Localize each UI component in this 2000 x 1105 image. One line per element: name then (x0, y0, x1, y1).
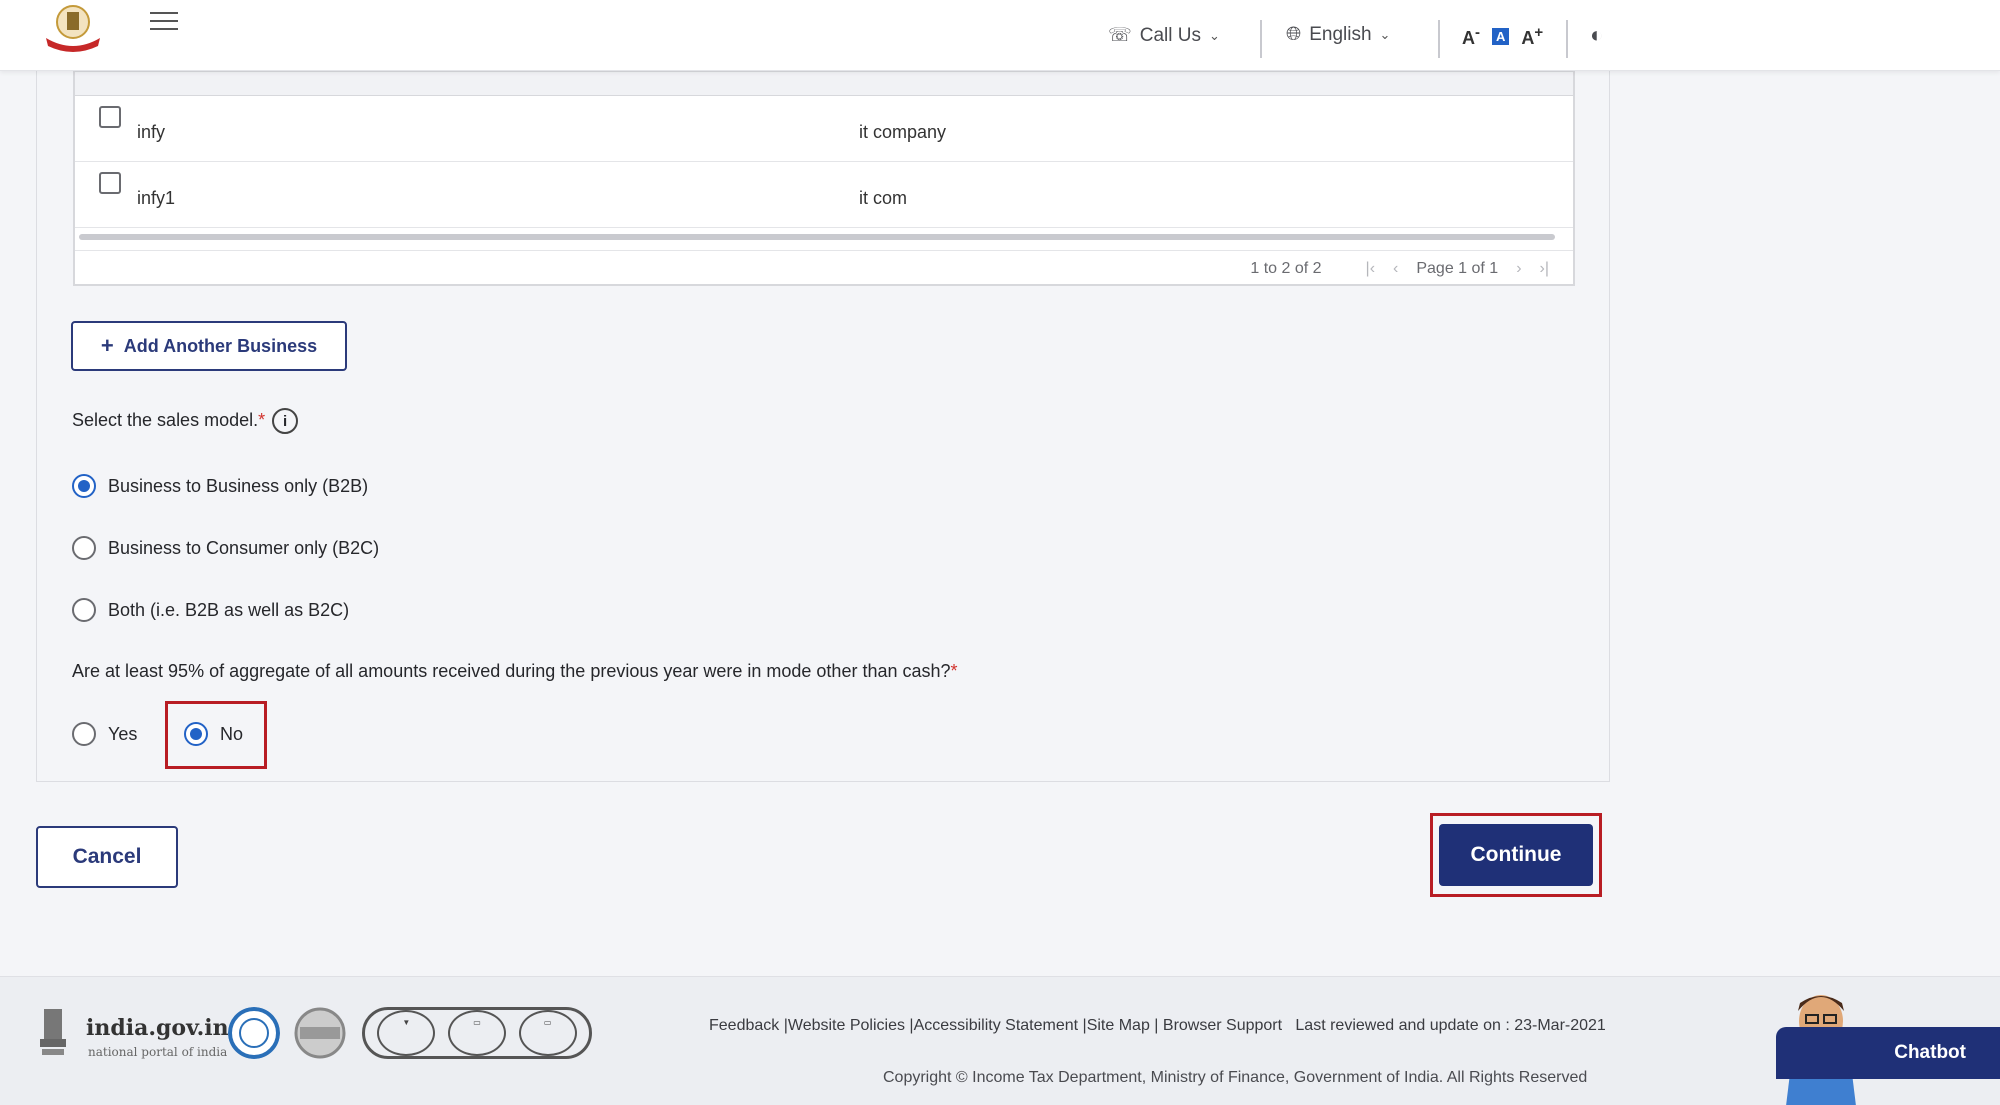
phone-icon: ☏ (1108, 25, 1132, 46)
radio-button-selected[interactable] (72, 474, 96, 498)
certification-badge-icon[interactable] (228, 1007, 280, 1059)
sales-model-question-text: Select the sales model. (72, 409, 259, 430)
entrust-badge-icon[interactable] (294, 1007, 346, 1059)
row-checkbox[interactable] (99, 106, 121, 128)
call-us-dropdown[interactable]: ☏ Call Us ⌄ (1108, 24, 1220, 47)
chevron-down-icon: ⌄ (1209, 27, 1220, 43)
india-gov-subtitle: national portal of india (88, 1045, 228, 1059)
radio-label: Yes (108, 723, 138, 744)
feedback-link[interactable]: Feedback (709, 1017, 779, 1034)
cash-mode-question: Are at least 95% of aggregate of all amo… (72, 661, 958, 682)
add-business-label: Add Another Business (123, 335, 318, 356)
font-decrease-button[interactable]: A- (1462, 24, 1480, 49)
table-row: infy it company (75, 96, 1573, 162)
add-another-business-button[interactable]: + Add Another Business (71, 321, 347, 371)
india-gov-title[interactable]: india.gov.in (86, 1015, 229, 1041)
radio-label: Business to Business only (B2B) (108, 475, 369, 496)
header-divider (1566, 20, 1568, 58)
national-emblem-icon (40, 1009, 66, 1055)
table-pagination: 1 to 2 of 2 |‹ ‹ Page 1 of 1 › ›| (75, 250, 1573, 286)
browser-support-link[interactable]: Browser Support (1163, 1017, 1282, 1034)
footer-links: Feedback |Website Policies |Accessibilit… (709, 1017, 1606, 1034)
globe-icon: 🌐︎ (1286, 24, 1302, 45)
required-mark: * (950, 661, 958, 681)
bsi-badge-icon: ▼ (377, 1010, 436, 1056)
highlight-box-no (165, 701, 267, 769)
cancel-button[interactable]: Cancel (36, 826, 178, 888)
last-page-icon[interactable]: ›| (1540, 260, 1549, 278)
cash-option-yes[interactable]: Yes (72, 722, 137, 746)
income-tax-logo-icon[interactable] (40, 2, 106, 54)
header-divider (1438, 20, 1440, 58)
radio-button[interactable] (72, 536, 96, 560)
iso-badge-icon: ▭ (518, 1010, 577, 1056)
page-footer: india.gov.in national portal of india ▼ … (0, 976, 2000, 1105)
font-increase-button[interactable]: A+ (1521, 24, 1543, 49)
page-indicator: Page 1 of 1 (1416, 259, 1499, 277)
site-map-link[interactable]: Site Map (1087, 1017, 1150, 1034)
info-icon[interactable]: i (272, 408, 299, 434)
iso-certification-badges: ▼ ▭ ▭ (362, 1007, 592, 1059)
chatbot-button[interactable]: Chatbot (1776, 1027, 2000, 1079)
copyright-text: Copyright © Income Tax Department, Minis… (883, 1069, 1588, 1086)
language-dropdown[interactable]: 🌐︎ English ⌄ (1286, 24, 1390, 46)
row-checkbox[interactable] (99, 172, 121, 194)
font-default-button[interactable]: A (1492, 28, 1510, 45)
business-name-cell: infy (137, 122, 166, 142)
radio-button[interactable] (72, 722, 96, 746)
sales-model-option-both[interactable]: Both (i.e. B2B as well as B2C) (72, 598, 349, 622)
contrast-toggle-icon[interactable]: ◐ (1590, 22, 1603, 48)
business-table: infy it company infy1 it com 1 to 2 of 2… (73, 70, 1575, 286)
business-description-cell: it company (859, 122, 947, 142)
hamburger-menu-icon[interactable] (150, 12, 178, 34)
business-name-cell: infy1 (137, 188, 176, 208)
table-header (75, 72, 1573, 96)
first-page-icon[interactable]: |‹ (1366, 260, 1375, 278)
last-reviewed-text: Last reviewed and update on : 23-Mar-202… (1295, 1017, 1606, 1034)
previous-page-icon[interactable]: ‹ (1393, 260, 1398, 278)
website-policies-link[interactable]: Website Policies (788, 1017, 905, 1034)
sales-model-option-b2b[interactable]: Business to Business only (B2B) (72, 474, 368, 498)
sales-model-question: Select the sales model.* i (72, 408, 299, 434)
pagination-range: 1 to 2 of 2 (1250, 259, 1322, 277)
top-header: ☏ Call Us ⌄ 🌐︎ English ⌄ A- A A+ ◐ (0, 0, 2000, 71)
required-mark: * (258, 409, 266, 430)
next-page-icon[interactable]: › (1516, 260, 1521, 278)
radio-button[interactable] (72, 598, 96, 622)
table-row: infy1 it com (75, 162, 1573, 228)
plus-icon: + (100, 333, 114, 358)
business-description-cell: it com (859, 188, 908, 208)
sales-model-option-b2c[interactable]: Business to Consumer only (B2C) (72, 536, 379, 560)
iso-badge-icon: ▭ (447, 1010, 506, 1056)
chevron-down-icon: ⌄ (1379, 27, 1391, 42)
horizontal-scrollbar[interactable] (79, 234, 1555, 240)
cash-mode-question-text: Are at least 95% of aggregate of all amo… (72, 661, 951, 681)
header-divider (1260, 20, 1262, 58)
radio-label: Both (i.e. B2B as well as B2C) (108, 599, 350, 620)
highlight-box-continue (1430, 813, 1602, 897)
font-size-controls: A- A A+ (1462, 24, 1543, 49)
language-label: English (1309, 24, 1372, 45)
radio-label: Business to Consumer only (B2C) (108, 537, 380, 558)
accessibility-statement-link[interactable]: Accessibility Statement (914, 1017, 1079, 1034)
call-us-label: Call Us (1139, 24, 1201, 46)
